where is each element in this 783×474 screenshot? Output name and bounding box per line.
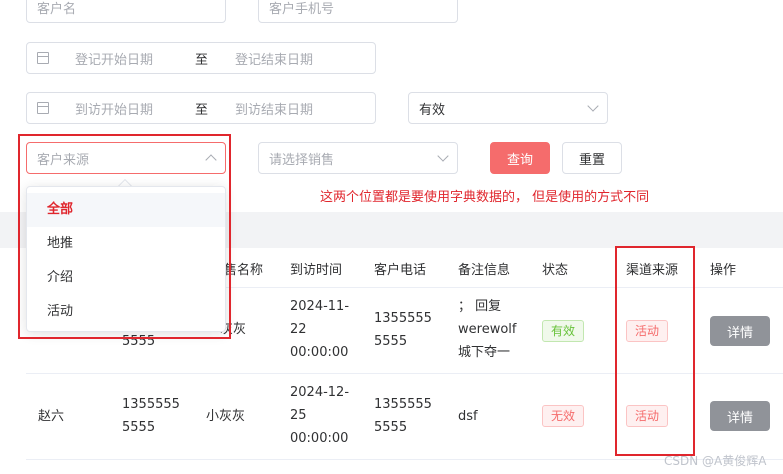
register-start-placeholder: 登记开始日期 [75,52,154,68]
row1-visit-time-2: 22 [290,322,307,337]
row1-remark-1: ； 回复 [458,299,502,314]
customer-name-placeholder: 客户名 [37,2,77,17]
query-button[interactable]: 查询 [490,142,550,174]
row2-name: 赵六 [38,409,65,424]
row2-visit-time-1: 2024-12- [290,385,350,400]
detail-button[interactable]: 详情 [710,316,770,346]
status-select-value: 有效 [419,102,446,118]
row2-customer-phone-2: 5555 [374,420,408,435]
highlight-box-channel [615,246,695,456]
row2-sales: 小灰灰 [206,409,246,424]
reset-button[interactable]: 重置 [562,142,622,174]
chevron-down-icon [437,150,449,162]
row1-customer-phone-1: 1355555 [374,311,432,326]
annotation-text: 这两个位置都是要使用字典数据的， 但是使用的方式不同 [320,190,650,205]
highlight-box-source [18,134,231,339]
row1-remark-2: werewolf [458,322,517,337]
status-badge: 有效 [542,320,585,342]
row1-customer-phone-2: 5555 [374,334,408,349]
customer-phone-input[interactable]: 客户手机号 [258,0,458,23]
range-separator: 至 [195,52,209,68]
chevron-down-icon [587,100,599,112]
header-visit-time: 到访时间 [290,263,343,278]
customer-phone-placeholder: 客户手机号 [269,2,335,17]
watermark: CSDN @A黄俊辉A [664,454,767,468]
register-end-placeholder: 登记结束日期 [235,52,314,68]
sales-select[interactable]: 请选择销售 [258,142,458,174]
visit-end-placeholder: 到访结束日期 [235,102,314,118]
status-badge: 无效 [542,405,585,427]
row2-remark: dsf [458,409,478,424]
row2-customer-phone-1: 1355555 [374,397,432,412]
sales-select-placeholder: 请选择销售 [269,152,335,168]
calendar-icon [37,102,49,114]
range-separator: 至 [195,102,209,118]
calendar-icon [37,52,49,64]
status-select[interactable]: 有效 [408,92,608,124]
header-action: 操作 [710,263,737,278]
row2-phone-1: 1355555 [122,397,180,412]
row1-visit-time-1: 2024-11- [290,299,350,314]
customer-name-input[interactable]: 客户名 [26,0,226,23]
row1-remark-3: 城下夺一 [458,345,511,360]
detail-button[interactable]: 详情 [710,401,770,431]
header-customer-phone: 客户电话 [374,263,427,278]
register-date-range[interactable]: 登记开始日期 至 登记结束日期 [26,42,376,74]
visit-date-range[interactable]: 到访开始日期 至 到访结束日期 [26,92,376,124]
row2-phone-2: 5555 [122,420,156,435]
row1-visit-time-3: 00:00:00 [290,345,349,360]
row2-visit-time-2: 25 [290,408,307,423]
header-remark: 备注信息 [458,263,511,278]
visit-start-placeholder: 到访开始日期 [75,102,154,118]
row2-visit-time-3: 00:00:00 [290,431,349,446]
header-status: 状态 [542,263,569,278]
